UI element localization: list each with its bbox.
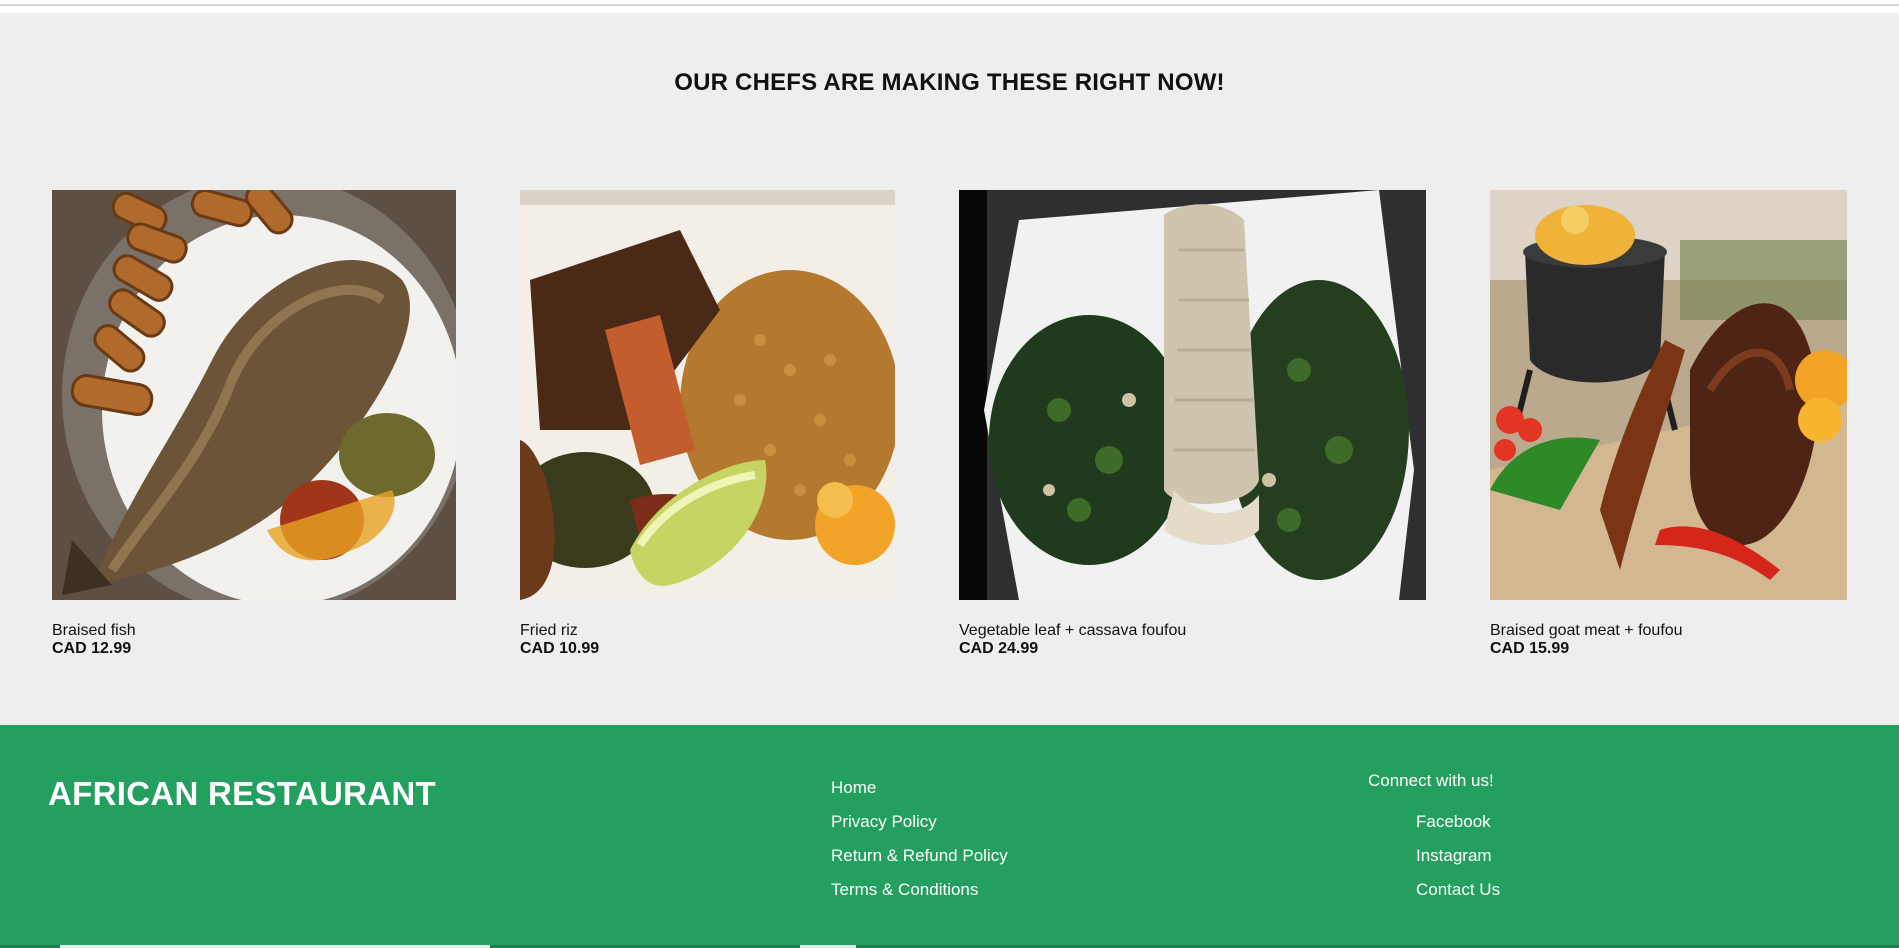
dish-photo-fried-riz[interactable]	[520, 190, 895, 600]
footer-link-privacy-policy[interactable]: Privacy Policy	[831, 812, 937, 832]
dish-price: CAD 10.99	[520, 640, 600, 657]
dish-price: CAD 24.99	[959, 640, 1039, 657]
dish-card[interactable]: Fried riz CAD 10.99	[520, 190, 895, 657]
dish-photo-braised-fish[interactable]	[52, 190, 456, 600]
dish-price: CAD 15.99	[1490, 640, 1570, 657]
dish-card[interactable]: Vegetable leaf + cassava foufou CAD 24.9…	[959, 190, 1426, 657]
connect-heading: Connect with us!	[1368, 771, 1494, 790]
dish-photo-goat-meat[interactable]	[1490, 190, 1847, 600]
dish-name: Fried riz	[520, 622, 578, 639]
section-title: OUR CHEFS ARE MAKING THESE RIGHT NOW!	[674, 69, 1225, 96]
footer-link-return-refund-policy[interactable]: Return & Refund Policy	[831, 846, 1008, 866]
top-bar	[0, 0, 1899, 13]
dish-name: Braised goat meat + foufou	[1490, 622, 1683, 639]
footer-brand: AFRICAN RESTAURANT	[48, 775, 436, 812]
featured-dishes-section: OUR CHEFS ARE MAKING THESE RIGHT NOW! Br…	[0, 13, 1899, 725]
top-divider	[0, 4, 1899, 6]
footer-link-terms-conditions[interactable]: Terms & Conditions	[831, 880, 978, 900]
dish-card[interactable]: Braised goat meat + foufou CAD 15.99	[1490, 190, 1847, 657]
footer-link-facebook[interactable]: Facebook	[1416, 812, 1491, 832]
dish-card[interactable]: Braised fish CAD 12.99	[52, 190, 456, 657]
dish-price: CAD 12.99	[52, 640, 132, 657]
footer-link-contact-us[interactable]: Contact Us	[1416, 880, 1500, 900]
site-footer: AFRICAN RESTAURANT Home Privacy Policy R…	[0, 725, 1899, 948]
dish-photo-vegetable-foufou[interactable]	[959, 190, 1426, 600]
footer-link-instagram[interactable]: Instagram	[1416, 846, 1492, 866]
dish-name: Braised fish	[52, 622, 136, 639]
footer-link-home[interactable]: Home	[831, 778, 876, 798]
dish-name: Vegetable leaf + cassava foufou	[959, 622, 1187, 639]
